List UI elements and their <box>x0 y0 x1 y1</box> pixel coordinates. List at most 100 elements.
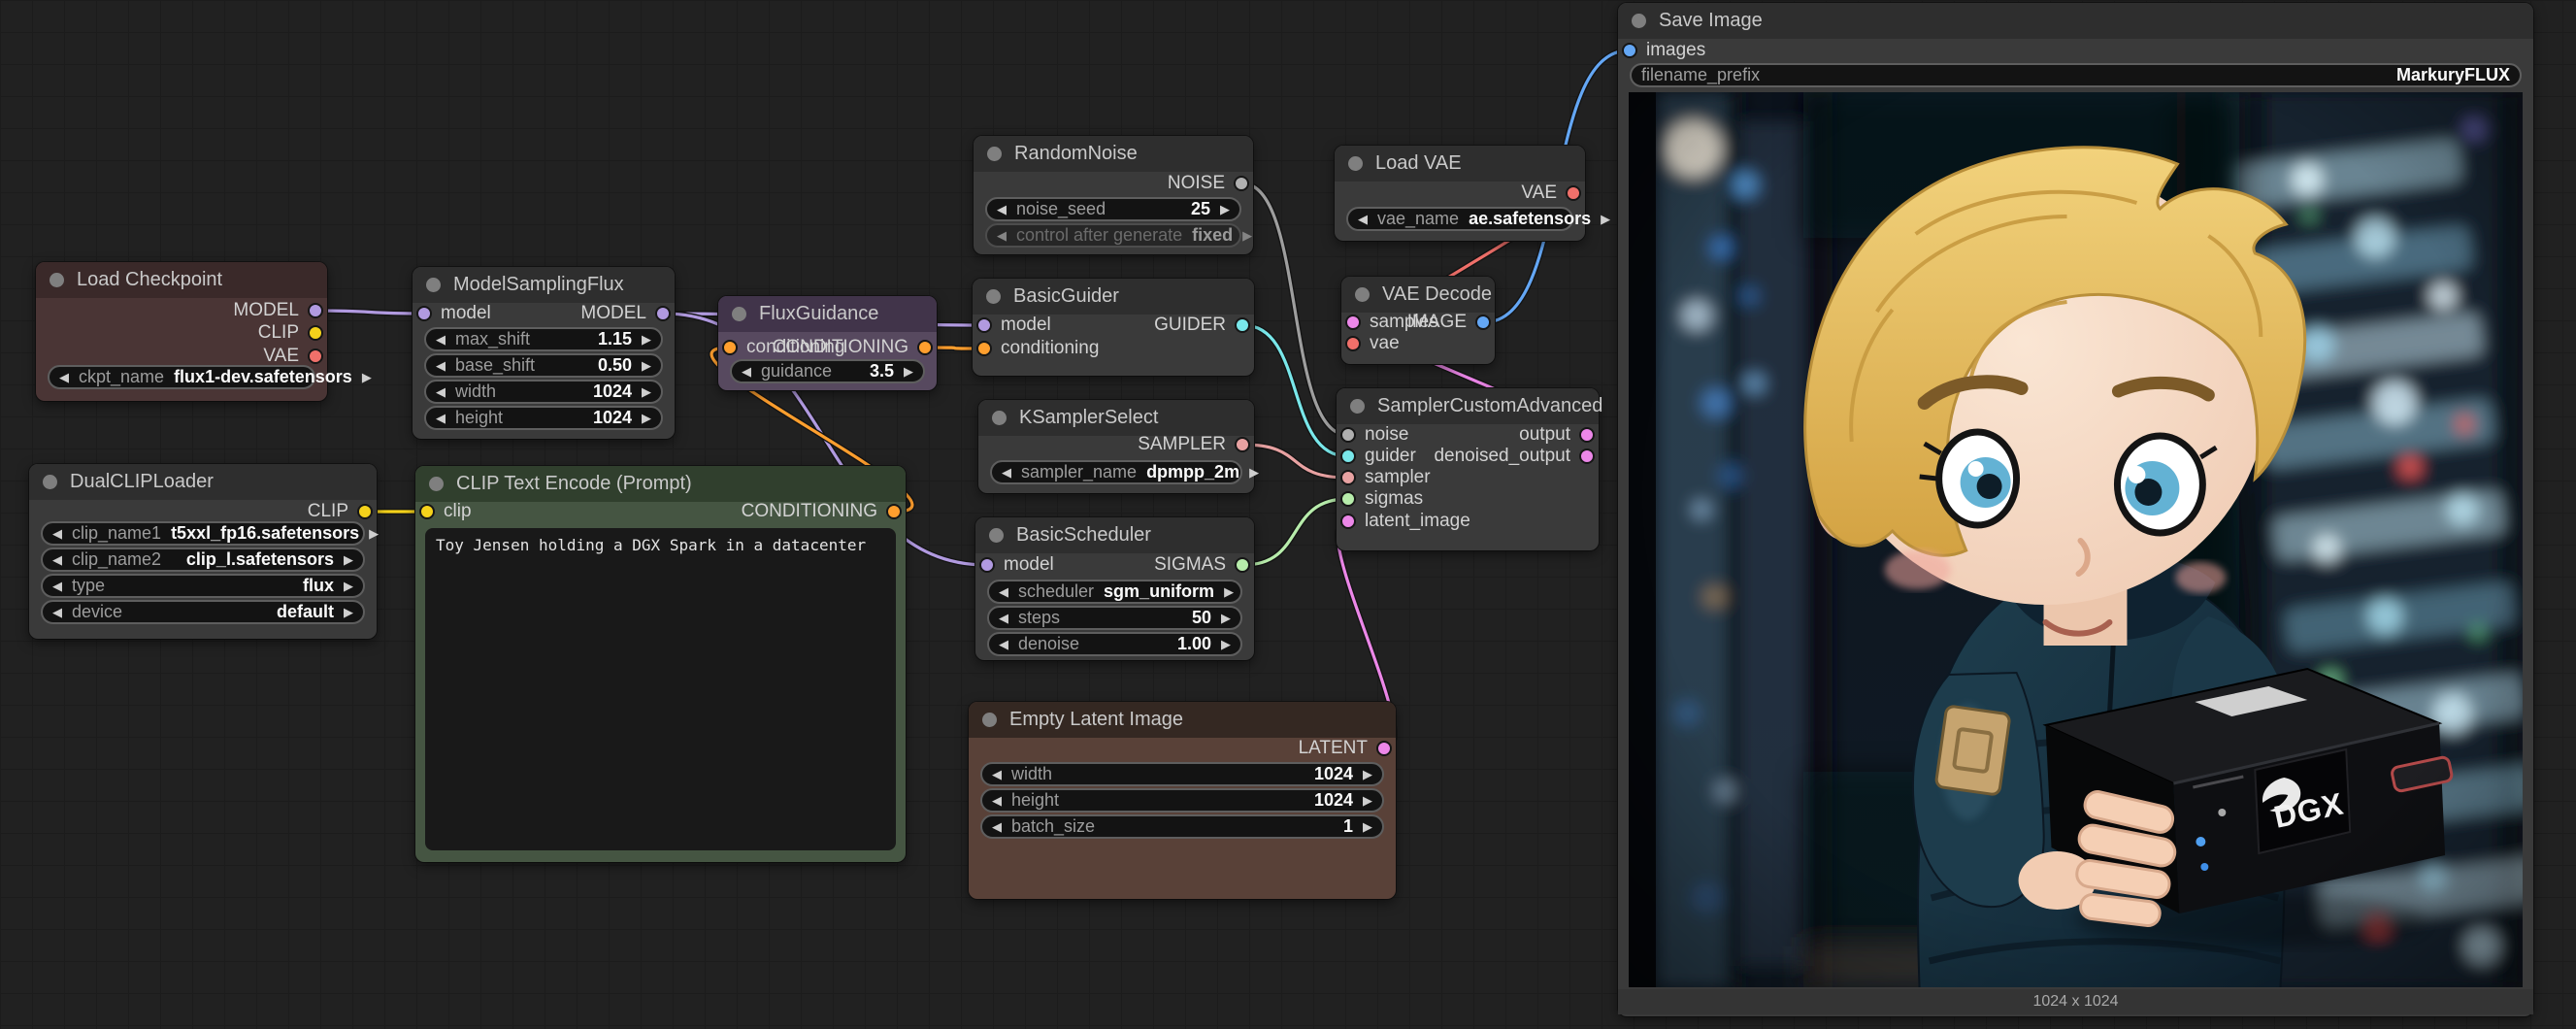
widget-decrement-arrow[interactable]: ◀ <box>999 585 1008 598</box>
output-port-CLIP[interactable]: CLIP <box>308 500 373 523</box>
input-port-sampler[interactable]: sampler <box>1340 466 1431 489</box>
widget-ckpt_name[interactable]: ◀ckpt_nameflux1-dev.safetensors▶ <box>48 365 315 389</box>
widget-increment-arrow[interactable]: ▶ <box>344 553 353 566</box>
widget-denoise[interactable]: ◀denoise1.00▶ <box>987 632 1242 656</box>
node-randomnoise[interactable]: RandomNoiseNOISE◀noise_seed25▶◀control a… <box>974 136 1253 254</box>
widget-increment-arrow[interactable]: ▶ <box>1363 768 1372 780</box>
widget-increment-arrow[interactable]: ▶ <box>344 580 353 592</box>
widget-increment-arrow[interactable]: ▶ <box>1242 229 1252 242</box>
widget-guidance[interactable]: ◀guidance3.5▶ <box>730 359 925 383</box>
input-dot-latent_image[interactable] <box>1340 514 1356 529</box>
input-port-latent_image[interactable]: latent_image <box>1340 510 1470 533</box>
collapse-dot[interactable] <box>43 475 57 489</box>
output-port-output[interactable]: output <box>1519 423 1595 447</box>
node-titlebar[interactable]: BasicScheduler <box>975 517 1254 553</box>
output-dot-CLIP[interactable] <box>357 504 373 519</box>
input-dot-guider[interactable] <box>1340 448 1356 464</box>
output-dot-denoised_output[interactable] <box>1579 448 1595 464</box>
input-dot-samples[interactable] <box>1345 315 1361 330</box>
widget-increment-arrow[interactable]: ▶ <box>1363 794 1372 807</box>
node-samplercustomadvanced[interactable]: SamplerCustomAdvancednoiseguidersamplers… <box>1337 388 1599 550</box>
output-port-CLIP[interactable]: CLIP <box>258 321 323 345</box>
output-dot-GUIDER[interactable] <box>1235 317 1250 333</box>
node-titlebar[interactable]: CLIP Text Encode (Prompt) <box>415 466 906 502</box>
output-port-CONDITIONING[interactable]: CONDITIONING <box>773 336 933 359</box>
widget-vae_name[interactable]: ◀vae_nameae.safetensors▶ <box>1346 207 1573 231</box>
node-ksamplerselect[interactable]: KSamplerSelectSAMPLER ◀sampler_namedpmpp_… <box>978 400 1254 493</box>
output-port-CONDITIONING[interactable]: CONDITIONING <box>742 500 902 523</box>
node-titlebar[interactable]: KSamplerSelect <box>978 400 1254 436</box>
node-dualcliploader[interactable]: DualCLIPLoaderCLIP◀clip_name1t5xxl_fp16.… <box>29 464 377 639</box>
input-port-model[interactable]: model <box>979 553 1054 577</box>
widget-decrement-arrow[interactable]: ◀ <box>992 820 1002 833</box>
widget-decrement-arrow[interactable]: ◀ <box>1358 213 1368 225</box>
input-port-noise[interactable]: noise <box>1340 423 1408 447</box>
widget-control_after_generate[interactable]: ◀control after generatefixed▶ <box>985 223 1241 248</box>
widget-increment-arrow[interactable]: ▶ <box>1220 203 1230 216</box>
output-dot-VAE[interactable] <box>308 349 323 364</box>
widget-steps[interactable]: ◀steps50▶ <box>987 606 1242 630</box>
widget-increment-arrow[interactable]: ▶ <box>904 365 913 378</box>
widget-increment-arrow[interactable]: ▶ <box>362 371 372 383</box>
collapse-dot[interactable] <box>1632 14 1646 28</box>
widget-decrement-arrow[interactable]: ◀ <box>997 203 1007 216</box>
input-dot-sigmas[interactable] <box>1340 491 1356 507</box>
widget-increment-arrow[interactable]: ▶ <box>1224 585 1234 598</box>
widget-height[interactable]: ◀height1024▶ <box>980 788 1384 813</box>
output-port-MODEL[interactable]: MODEL <box>233 299 323 322</box>
widget-clip_name1[interactable]: ◀clip_name1t5xxl_fp16.safetensors▶ <box>41 521 365 546</box>
node-titlebar[interactable]: SamplerCustomAdvanced <box>1337 388 1599 424</box>
collapse-dot[interactable] <box>50 273 64 287</box>
output-port-SIGMAS[interactable]: SIGMAS <box>1154 553 1250 577</box>
widget-decrement-arrow[interactable]: ◀ <box>742 365 751 378</box>
collapse-dot[interactable] <box>982 713 997 727</box>
node-vae_decode[interactable]: VAE DecodesamplesvaeIMAGE <box>1341 277 1495 364</box>
node-titlebar[interactable]: Load Checkpoint <box>36 262 327 298</box>
node-empty_latent_image[interactable]: Empty Latent ImageLATENT◀width1024▶◀heig… <box>969 702 1396 899</box>
node-graph-canvas[interactable]: Load CheckpointMODELCLIPVAE◀ckpt_nameflu… <box>0 0 2576 1029</box>
widget-decrement-arrow[interactable]: ◀ <box>436 385 446 398</box>
input-dot-model[interactable] <box>976 317 992 333</box>
widget-increment-arrow[interactable]: ▶ <box>1363 820 1372 833</box>
widget-decrement-arrow[interactable]: ◀ <box>999 638 1008 650</box>
widget-increment-arrow[interactable]: ▶ <box>1221 612 1231 624</box>
collapse-dot[interactable] <box>986 289 1001 304</box>
widget-decrement-arrow[interactable]: ◀ <box>436 333 446 346</box>
node-load_vae[interactable]: Load VAEVAE◀vae_nameae.safetensors▶ <box>1335 146 1585 241</box>
widget-decrement-arrow[interactable]: ◀ <box>52 606 62 618</box>
input-port-clip[interactable]: clip <box>419 500 472 523</box>
widget-decrement-arrow[interactable]: ◀ <box>997 229 1007 242</box>
node-save_image[interactable]: Save Imageimagesfilename_prefixMarkuryFL… <box>1618 3 2533 1016</box>
widget-decrement-arrow[interactable]: ◀ <box>1002 466 1011 479</box>
collapse-dot[interactable] <box>1348 156 1363 171</box>
widget-decrement-arrow[interactable]: ◀ <box>59 371 69 383</box>
widget-base_shift[interactable]: ◀base_shift0.50▶ <box>424 353 663 378</box>
output-dot-LATENT[interactable] <box>1376 741 1392 756</box>
widget-increment-arrow[interactable]: ▶ <box>642 359 651 372</box>
node-clip_text_encode[interactable]: CLIP Text Encode (Prompt)clip CONDITIONIN… <box>415 466 906 862</box>
node-titlebar[interactable]: Save Image <box>1618 3 2533 39</box>
output-dot-MODEL[interactable] <box>655 306 671 321</box>
widget-increment-arrow[interactable]: ▶ <box>642 412 651 424</box>
output-dot-NOISE[interactable] <box>1234 176 1249 191</box>
input-port-images[interactable]: images <box>1622 39 1705 62</box>
widget-increment-arrow[interactable]: ▶ <box>642 385 651 398</box>
input-port-model[interactable]: model <box>976 314 1051 337</box>
input-dot-conditioning[interactable] <box>976 341 992 356</box>
output-port-LATENT[interactable]: LATENT <box>1299 737 1392 760</box>
widget-clip_name2[interactable]: ◀clip_name2clip_l.safetensors▶ <box>41 548 365 572</box>
prompt-textarea[interactable]: Toy Jensen holding a DGX Spark in a data… <box>425 528 896 850</box>
widget-increment-arrow[interactable]: ▶ <box>1221 638 1231 650</box>
widget-device[interactable]: ◀devicedefault▶ <box>41 600 365 624</box>
output-port-MODEL[interactable]: MODEL <box>580 302 671 325</box>
widget-type[interactable]: ◀typeflux▶ <box>41 574 365 598</box>
widget-sampler_name[interactable]: ◀sampler_namedpmpp_2m▶ <box>990 460 1242 484</box>
output-port-SAMPLER[interactable]: SAMPLER <box>1138 433 1250 456</box>
output-dot-output[interactable] <box>1579 427 1595 443</box>
widget-decrement-arrow[interactable]: ◀ <box>436 359 446 372</box>
widget-height[interactable]: ◀height1024▶ <box>424 406 663 430</box>
widget-increment-arrow[interactable]: ▶ <box>1249 466 1259 479</box>
input-port-vae[interactable]: vae <box>1345 332 1400 355</box>
widget-max_shift[interactable]: ◀max_shift1.15▶ <box>424 327 663 351</box>
input-port-model[interactable]: model <box>416 302 491 325</box>
